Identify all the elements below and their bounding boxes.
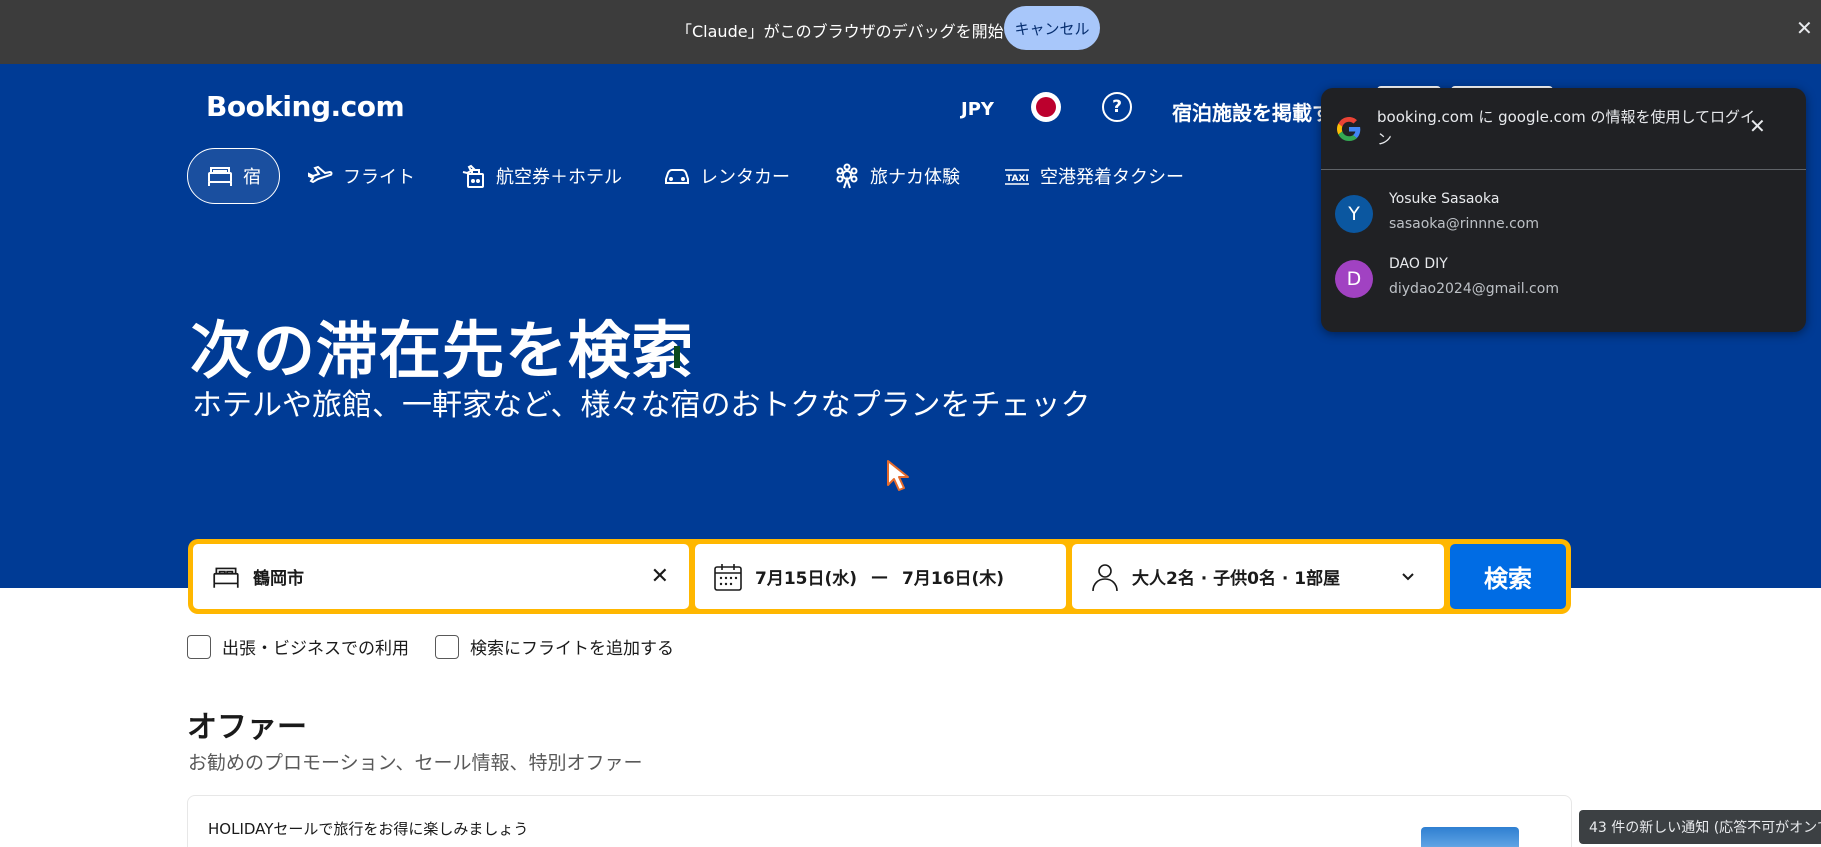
guests-value: 大人2名 · 子供0名 · 1部屋: [1132, 569, 1341, 589]
tab-airport-taxi[interactable]: TAXI 空港発着タクシー: [985, 148, 1202, 204]
checkbox-label: 検索にフライトを追加する: [470, 639, 674, 659]
checkbox-label: 出張・ビジネスでの利用: [222, 639, 409, 659]
checkin-date: 7月15日(水): [755, 569, 858, 589]
account-email: sasaoka@rinnne.com: [1389, 216, 1539, 232]
tab-car-rental[interactable]: レンタカー: [645, 148, 808, 204]
search-button[interactable]: 検索: [1450, 544, 1566, 609]
booking-logo[interactable]: Booking.com: [206, 90, 405, 123]
tab-stays[interactable]: 宿: [187, 148, 280, 204]
tab-label: 旅ナカ体験: [870, 167, 960, 188]
help-icon[interactable]: ?: [1102, 92, 1132, 122]
popup-title: booking.com に google.com の情報を使用してログイン: [1377, 108, 1756, 148]
avatar: D: [1335, 260, 1373, 298]
bed-icon: [208, 167, 232, 186]
google-logo-icon: [1337, 117, 1361, 141]
bed-icon: [213, 567, 239, 588]
car-icon: [665, 169, 689, 184]
destination-field[interactable]: 鶴岡市 ✕: [193, 544, 689, 609]
tab-label: 宿: [243, 167, 261, 188]
list-property-link[interactable]: 宿泊施設を掲載す: [1172, 97, 1332, 126]
page-subtitle: ホテルや旅館、一軒家など、様々な宿のおトクなプランをチェック: [192, 388, 1091, 423]
offer-card[interactable]: HOLIDAYセールで旅行をお得に楽しみましょう: [187, 795, 1572, 847]
text-caret: [674, 346, 680, 368]
tab-flights[interactable]: フライト: [288, 148, 433, 204]
account-email: diydao2024@gmail.com: [1389, 281, 1559, 297]
checkout-date: 7月16日(木): [902, 569, 1005, 589]
tab-label: 航空券＋ホテル: [496, 167, 622, 188]
close-icon[interactable]: ✕: [1749, 114, 1766, 138]
notification-toast[interactable]: 43 件の新しい通知 (応答不可がオンで: [1579, 810, 1821, 844]
debug-cancel-button[interactable]: キャンセル: [1004, 6, 1100, 50]
chevron-down-icon: [1402, 573, 1414, 581]
tab-label: 空港発着タクシー: [1040, 167, 1184, 188]
plane-icon: [308, 165, 333, 184]
offer-card-text: HOLIDAYセールで旅行をお得に楽しみましょう: [208, 820, 529, 838]
business-travel-checkbox[interactable]: 出張・ビジネスでの利用: [187, 634, 409, 659]
taxi-icon: TAXI: [1005, 169, 1029, 185]
close-icon[interactable]: ✕: [1796, 16, 1813, 40]
account-item[interactable]: Y Yosuke Sasaoka sasaoka@rinnne.com: [1335, 185, 1795, 241]
guests-field[interactable]: 大人2名 · 子供0名 · 1部屋: [1072, 544, 1444, 609]
checkbox-box[interactable]: [187, 634, 211, 659]
person-icon: [1092, 563, 1118, 591]
page-title: 次の滞在先を検索: [190, 314, 695, 387]
tab-label: フライト: [343, 167, 415, 188]
calendar-icon: [714, 563, 742, 591]
account-name: Yosuke Sasaoka: [1389, 191, 1500, 207]
search-bar: 鶴岡市 ✕ 7月15日(水) — 7月16日(木) 大人2名 · 子供0名 · …: [188, 539, 1571, 614]
account-item[interactable]: D DAO DIY diydao2024@gmail.com: [1335, 250, 1795, 306]
tab-label: レンタカー: [700, 167, 790, 188]
plane-hotel-icon: [462, 164, 484, 188]
offer-image: [1421, 827, 1519, 847]
google-signin-popup: booking.com に google.com の情報を使用してログイン ✕ …: [1321, 88, 1806, 332]
clear-icon[interactable]: ✕: [651, 564, 669, 589]
currency-selector[interactable]: JPY: [961, 99, 994, 120]
attractions-icon: [836, 163, 858, 189]
destination-value: 鶴岡市: [253, 569, 304, 589]
checkbox-box[interactable]: [435, 634, 459, 659]
account-name: DAO DIY: [1389, 256, 1448, 272]
debug-bar: 「Claude」がこのブラウザのデバッグを開始しました キャンセル ✕: [0, 0, 1821, 64]
date-separator: —: [871, 566, 889, 587]
japan-flag-icon[interactable]: [1031, 92, 1061, 122]
tab-attractions[interactable]: 旅ナカ体験: [815, 148, 978, 204]
offers-subtitle: お勧めのプロモーション、セール情報、特別オファー: [188, 752, 643, 774]
offers-title: オファー: [187, 710, 307, 745]
add-flight-checkbox[interactable]: 検索にフライトを追加する: [435, 634, 674, 659]
avatar: Y: [1335, 195, 1373, 233]
svg-text:TAXI: TAXI: [1006, 174, 1029, 184]
date-field[interactable]: 7月15日(水) — 7月16日(木): [695, 544, 1066, 609]
divider: [1321, 169, 1806, 170]
mouse-cursor-icon: [887, 460, 909, 491]
tab-flight-hotel[interactable]: 航空券＋ホテル: [441, 148, 640, 204]
